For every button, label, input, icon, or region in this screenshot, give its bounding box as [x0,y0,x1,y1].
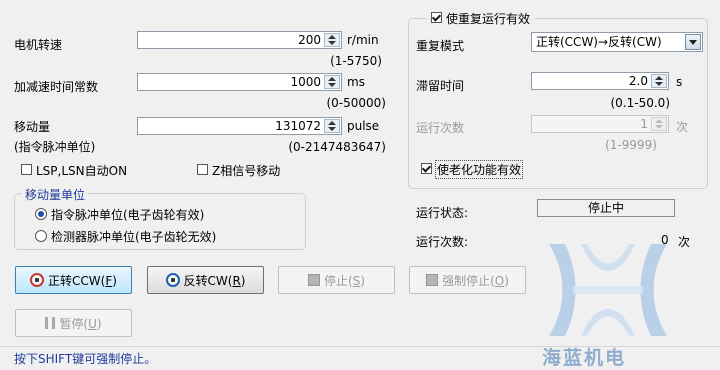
stop-button-label: 停止( [324,273,353,288]
pause-icon [45,317,56,329]
dwell-time-label: 滞留时间 [416,79,465,93]
dwell-time-value: 2.0 [628,74,648,88]
chevron-down-icon[interactable] [685,34,701,50]
accel-time-label: 加减速时间常数 [14,80,99,94]
move-amount-value: 131072 [275,119,321,133]
stop-button-tail: ) [360,273,365,288]
motor-speed-value: 200 [298,33,321,47]
motor-speed-unit: r/min [347,33,379,47]
run-count-field[interactable]: 1 [531,115,669,133]
pause-button-label: 暂停( [59,316,89,331]
forward-button-label: 正转CCW( [48,273,106,288]
run-count-status-label: 运行次数: [416,235,469,249]
stop-icon [308,274,320,286]
motor-speed-spinner[interactable] [324,33,340,47]
reverse-rotate-icon [165,273,180,287]
dwell-time-spinner[interactable] [651,74,667,88]
z-phase-label: Z相信号移动 [212,164,281,178]
run-count-unit: 次 [676,120,689,134]
watermark-logo [549,244,667,336]
footer-divider [0,346,720,347]
run-count-status-unit: 次 [678,235,691,249]
radio-detector-pulse[interactable] [35,230,47,242]
motor-speed-range: (1-5750) [330,54,382,68]
move-amount-unit: pulse [347,119,380,133]
reverse-button-tail: ) [240,273,246,288]
radio-command-pulse-label: 指令脉冲单位(电子齿轮有效) [51,208,205,222]
aging-checkbox[interactable] [421,163,432,174]
pause-button[interactable]: 暂停(U) [15,309,132,337]
repeat-enable-checkbox[interactable] [431,12,442,23]
move-amount-sublabel: (指令脉冲单位) [14,140,96,154]
aging-label: 使老化功能有效 [434,160,524,179]
reverse-button-key: R [232,273,241,288]
accel-time-unit: ms [347,75,365,89]
run-count-spinner[interactable] [651,117,667,131]
repeat-mode-value: 正转(CCW)→反转(CW) [536,35,662,49]
accel-time-spinner[interactable] [324,75,340,89]
pause-button-key: U [88,316,97,331]
force-stop-button-label: 强制停止( [442,273,495,288]
radio-command-pulse[interactable] [35,208,47,220]
dwell-time-range: (0.1-50.0) [610,96,671,110]
accel-time-range: (0-50000) [326,96,386,110]
motor-speed-label: 电机转速 [14,38,63,52]
repeat-enable-label: 使重复运行有效 [446,12,531,26]
radio-detector-pulse-label: 检测器脉冲单位(电子齿轮无效) [51,230,217,244]
dwell-time-field[interactable]: 2.0 [531,72,669,90]
forward-rotate-icon [30,273,45,287]
run-state-value: 停止中 [537,199,675,217]
lsp-lsn-checkbox[interactable] [21,164,32,175]
watermark-text: 海蓝机电 [542,347,627,369]
move-amount-range: (0-2147483647) [288,140,386,154]
run-count-value: 1 [640,117,648,131]
forward-button-tail: ) [112,273,117,288]
repeat-mode-label: 重复模式 [416,39,465,53]
shift-hint: 按下SHIFT键可强制停止。 [14,352,157,366]
force-stop-button-key: O [494,273,505,288]
accel-time-field[interactable]: 1000 [137,73,342,91]
z-phase-checkbox[interactable] [197,164,208,175]
reverse-cw-button[interactable]: 反转CW(R) [147,266,264,294]
dwell-time-unit: s [676,75,683,89]
move-amount-label: 移动量 [14,120,51,134]
run-count-label: 运行次数 [416,121,465,135]
run-count-range: (1-9999) [605,138,657,152]
force-stop-icon [426,274,439,286]
force-stop-button-tail: ) [504,273,509,288]
stop-button[interactable]: 停止(S) [278,266,395,294]
lsp-lsn-label: LSP,LSN自动ON [36,164,128,178]
forward-ccw-button[interactable]: 正转CCW(F) [15,266,132,294]
move-unit-group-title: 移动量单位 [22,186,89,203]
move-amount-spinner[interactable] [324,119,340,133]
move-amount-field[interactable]: 131072 [137,117,342,135]
repeat-mode-select[interactable]: 正转(CCW)→反转(CW) [531,32,703,52]
motor-speed-field[interactable]: 200 [137,31,342,49]
reverse-button-label: 反转CW( [183,273,233,288]
run-state-label: 运行状态: [416,206,469,220]
pause-button-tail: ) [96,316,102,331]
force-stop-button[interactable]: 强制停止(O) [409,266,526,294]
accel-time-value: 1000 [290,75,321,89]
